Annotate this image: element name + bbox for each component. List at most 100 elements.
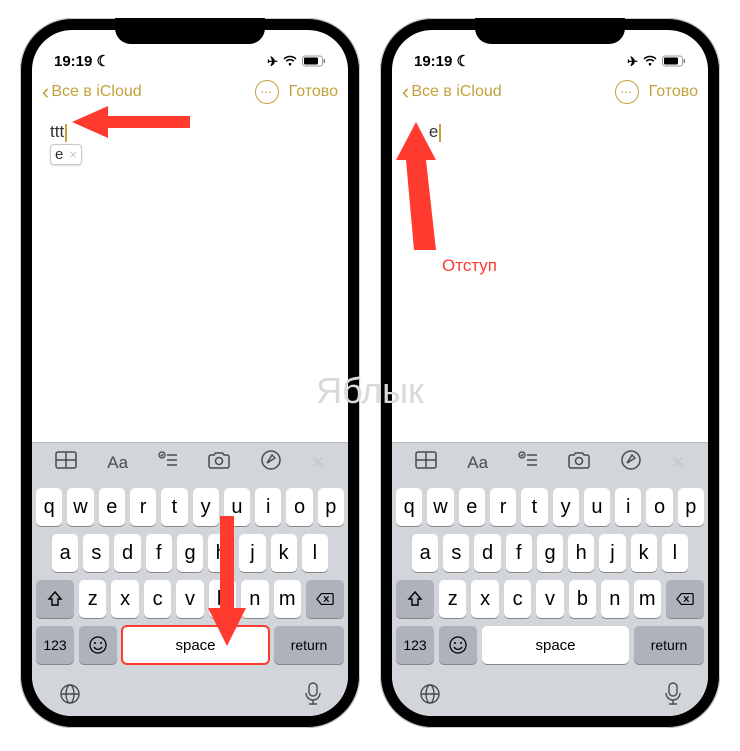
key-a[interactable]: a bbox=[52, 534, 78, 572]
more-button[interactable]: ⋯ bbox=[615, 80, 639, 104]
back-button[interactable]: ‹ Все в iCloud bbox=[402, 79, 502, 105]
camera-icon[interactable] bbox=[568, 451, 590, 474]
key-t[interactable]: t bbox=[161, 488, 187, 526]
key-f[interactable]: f bbox=[146, 534, 172, 572]
key-p[interactable]: p bbox=[318, 488, 344, 526]
close-toolbar-icon[interactable]: ✕ bbox=[311, 453, 325, 473]
key-q[interactable]: q bbox=[396, 488, 422, 526]
typed-text: ttt e × bbox=[50, 122, 67, 142]
globe-icon[interactable] bbox=[418, 682, 442, 711]
camera-icon[interactable] bbox=[208, 451, 230, 474]
key-row-3: zxcvbnm bbox=[396, 580, 704, 618]
numbers-key[interactable]: 123 bbox=[36, 626, 74, 664]
mic-icon[interactable] bbox=[304, 682, 322, 711]
key-c[interactable]: c bbox=[144, 580, 171, 618]
key-o[interactable]: o bbox=[286, 488, 312, 526]
key-m[interactable]: m bbox=[634, 580, 661, 618]
notch bbox=[475, 18, 625, 44]
done-button[interactable]: Готово bbox=[649, 83, 698, 101]
phone-right: 19:19 ☾ ✈ ‹ Все в iCloud ⋯ Готово e Отст… bbox=[380, 18, 720, 728]
key-e[interactable]: e bbox=[459, 488, 485, 526]
more-icon: ⋯ bbox=[620, 85, 633, 99]
key-row-2: asdfghjkl bbox=[396, 534, 704, 572]
shift-key[interactable] bbox=[396, 580, 434, 618]
key-h[interactable]: h bbox=[568, 534, 594, 572]
wifi-icon bbox=[642, 55, 658, 70]
globe-icon[interactable] bbox=[58, 682, 82, 711]
key-s[interactable]: s bbox=[443, 534, 469, 572]
moon-icon: ☾ bbox=[97, 53, 110, 70]
key-v[interactable]: v bbox=[536, 580, 563, 618]
shift-key[interactable] bbox=[36, 580, 74, 618]
key-m[interactable]: m bbox=[274, 580, 301, 618]
annotation-arrow-3 bbox=[396, 122, 456, 252]
return-key[interactable]: return bbox=[274, 626, 344, 664]
status-time: 19:19 ☾ bbox=[414, 52, 470, 70]
key-w[interactable]: w bbox=[427, 488, 453, 526]
text-format-button[interactable]: Aa bbox=[107, 453, 128, 473]
key-z[interactable]: z bbox=[439, 580, 466, 618]
key-c[interactable]: c bbox=[504, 580, 531, 618]
key-l[interactable]: l bbox=[302, 534, 328, 572]
checklist-icon[interactable] bbox=[518, 451, 538, 474]
key-q[interactable]: q bbox=[36, 488, 62, 526]
keyboard: Aa ✕ qwertyuiop asdfghjkl zxcvbnm 123 bbox=[392, 442, 708, 716]
markup-icon[interactable] bbox=[621, 450, 641, 475]
delete-key[interactable] bbox=[666, 580, 704, 618]
key-k[interactable]: k bbox=[271, 534, 297, 572]
numbers-key[interactable]: 123 bbox=[396, 626, 434, 664]
back-button[interactable]: ‹ Все в iCloud bbox=[42, 79, 142, 105]
table-icon[interactable] bbox=[55, 451, 77, 474]
done-button[interactable]: Готово bbox=[289, 83, 338, 101]
notch bbox=[115, 18, 265, 44]
return-key[interactable]: return bbox=[634, 626, 704, 664]
key-a[interactable]: a bbox=[412, 534, 438, 572]
key-l[interactable]: l bbox=[662, 534, 688, 572]
key-e[interactable]: e bbox=[99, 488, 125, 526]
key-k[interactable]: k bbox=[631, 534, 657, 572]
nav-bar: ‹ Все в iCloud ⋯ Готово bbox=[392, 72, 708, 112]
keyboard: Aa ✕ qwertyuiop asdfghjkl zxcvbnm 123 bbox=[32, 442, 348, 716]
key-r[interactable]: r bbox=[490, 488, 516, 526]
delete-key[interactable] bbox=[306, 580, 344, 618]
more-icon: ⋯ bbox=[260, 85, 273, 99]
key-j[interactable]: j bbox=[599, 534, 625, 572]
key-x[interactable]: x bbox=[471, 580, 498, 618]
markup-icon[interactable] bbox=[261, 450, 281, 475]
key-row-2: asdfghjkl bbox=[36, 534, 344, 572]
table-icon[interactable] bbox=[415, 451, 437, 474]
key-s[interactable]: s bbox=[83, 534, 109, 572]
key-b[interactable]: b bbox=[569, 580, 596, 618]
key-u[interactable]: u bbox=[584, 488, 610, 526]
annotation-arrow-1 bbox=[72, 106, 192, 156]
key-g[interactable]: g bbox=[537, 534, 563, 572]
key-w[interactable]: w bbox=[67, 488, 93, 526]
checklist-icon[interactable] bbox=[158, 451, 178, 474]
text-format-button[interactable]: Aa bbox=[467, 453, 488, 473]
key-d[interactable]: d bbox=[474, 534, 500, 572]
key-x[interactable]: x bbox=[111, 580, 138, 618]
close-toolbar-icon[interactable]: ✕ bbox=[671, 453, 685, 473]
back-label: Все в iCloud bbox=[411, 83, 501, 101]
note-body[interactable]: ttt e × bbox=[32, 112, 348, 442]
key-d[interactable]: d bbox=[114, 534, 140, 572]
more-button[interactable]: ⋯ bbox=[255, 80, 279, 104]
battery-icon bbox=[302, 55, 326, 70]
key-z[interactable]: z bbox=[79, 580, 106, 618]
key-p[interactable]: p bbox=[678, 488, 704, 526]
key-y[interactable]: y bbox=[553, 488, 579, 526]
key-t[interactable]: t bbox=[521, 488, 547, 526]
key-i[interactable]: i bbox=[615, 488, 641, 526]
key-o[interactable]: o bbox=[646, 488, 672, 526]
wifi-icon bbox=[282, 55, 298, 70]
key-n[interactable]: n bbox=[601, 580, 628, 618]
keyboard-bottom-bar bbox=[32, 676, 348, 716]
note-body[interactable]: e Отступ bbox=[392, 112, 708, 442]
battery-icon bbox=[662, 55, 686, 70]
emoji-key[interactable] bbox=[439, 626, 477, 664]
key-f[interactable]: f bbox=[506, 534, 532, 572]
key-r[interactable]: r bbox=[130, 488, 156, 526]
mic-icon[interactable] bbox=[664, 682, 682, 711]
space-key[interactable]: space bbox=[482, 626, 629, 664]
emoji-key[interactable] bbox=[79, 626, 117, 664]
